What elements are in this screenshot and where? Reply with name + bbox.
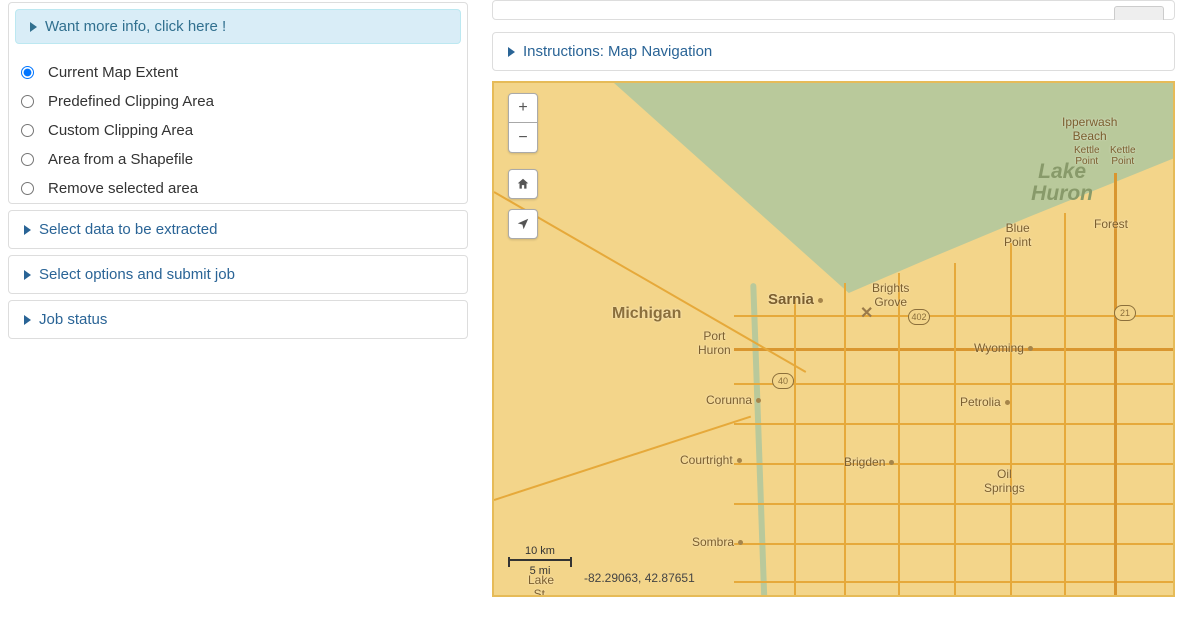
- caret-right-icon: [24, 225, 31, 235]
- place-oil-springs: Oil Springs: [984, 467, 1025, 495]
- map[interactable]: 40 402 21 Lake Huron Michigan Sarnia Por…: [492, 81, 1175, 597]
- st-clair-river: [750, 283, 768, 597]
- place-kettle-point-2: Kettle Point: [1110, 145, 1136, 167]
- clip-option-shapefile[interactable]: Area from a Shapefile: [17, 145, 459, 174]
- scale-mi-label: 5 mi: [508, 565, 572, 577]
- info-banner[interactable]: Want more info, click here !: [15, 9, 461, 44]
- clip-area-panel: Want more info, click here ! Current Map…: [8, 2, 468, 204]
- select-data-panel: Select data to be extracted: [8, 210, 468, 249]
- clip-option-current-extent[interactable]: Current Map Extent: [17, 58, 459, 87]
- place-michigan: Michigan: [612, 305, 681, 323]
- panel-title: Job status: [39, 311, 107, 328]
- clip-option-label: Predefined Clipping Area: [48, 93, 214, 110]
- select-options-header[interactable]: Select options and submit job: [9, 256, 467, 293]
- clip-option-label: Area from a Shapefile: [48, 151, 193, 168]
- place-blue-point: Blue Point: [1004, 221, 1031, 249]
- clip-option-label: Current Map Extent: [48, 64, 178, 81]
- instructions-header[interactable]: Instructions: Map Navigation: [493, 33, 1174, 70]
- cursor-coords: -82.29063, 42.87651: [584, 571, 695, 585]
- clip-radio[interactable]: [21, 95, 34, 108]
- scale-bar: 10 km 5 mi: [508, 545, 572, 577]
- map-x-marker: ✕: [860, 303, 873, 323]
- caret-right-icon: [30, 22, 37, 32]
- clip-option-label: Custom Clipping Area: [48, 122, 193, 139]
- place-ipperwash: Ipperwash Beach: [1062, 115, 1117, 143]
- caret-right-icon: [508, 47, 515, 57]
- search-button-stub[interactable]: [1114, 6, 1164, 20]
- scale-km-label: 10 km: [508, 545, 572, 557]
- top-search-bar: [492, 0, 1175, 20]
- clip-options-list: Current Map Extent Predefined Clipping A…: [9, 58, 467, 203]
- michigan-road: [494, 191, 807, 373]
- clip-option-predefined[interactable]: Predefined Clipping Area: [17, 87, 459, 116]
- clip-radio[interactable]: [21, 66, 34, 79]
- place-corunna: Corunna: [706, 393, 765, 407]
- clip-radio[interactable]: [21, 182, 34, 195]
- place-wyoming: Wyoming: [974, 341, 1037, 355]
- place-brigden: Brigden: [844, 455, 898, 469]
- info-banner-label: Want more info, click here !: [45, 18, 226, 35]
- place-sombra: Sombra: [692, 535, 747, 549]
- home-icon: [516, 177, 530, 191]
- place-forest: Forest: [1094, 217, 1128, 231]
- select-options-panel: Select options and submit job: [8, 255, 468, 294]
- zoom-in-button[interactable]: +: [508, 93, 538, 123]
- caret-right-icon: [24, 315, 31, 325]
- hwy-21-shield: 21: [1114, 305, 1136, 321]
- place-petrolia: Petrolia: [960, 395, 1014, 409]
- clip-option-label: Remove selected area: [48, 180, 198, 197]
- home-extent-button[interactable]: [508, 169, 538, 199]
- place-sarnia: Sarnia: [768, 291, 827, 308]
- hwy-40-shield: 40: [772, 373, 794, 389]
- clip-option-custom[interactable]: Custom Clipping Area: [17, 116, 459, 145]
- place-brights-grove: Brights Grove: [872, 281, 909, 309]
- place-kettle-point: Kettle Point: [1074, 145, 1100, 167]
- locate-button[interactable]: [508, 209, 538, 239]
- job-status-panel: Job status: [8, 300, 468, 339]
- panel-title: Select data to be extracted: [39, 221, 217, 238]
- clip-option-remove[interactable]: Remove selected area: [17, 174, 459, 203]
- panel-title: Select options and submit job: [39, 266, 235, 283]
- instructions-panel: Instructions: Map Navigation: [492, 32, 1175, 71]
- place-port-huron: Port Huron: [698, 329, 731, 357]
- hwy-402-shield: 402: [908, 309, 930, 325]
- place-courtright: Courtright: [680, 453, 746, 467]
- zoom-out-button[interactable]: −: [508, 123, 538, 153]
- lake-huron-label: Lake Huron: [1031, 161, 1093, 205]
- location-arrow-icon: [516, 217, 530, 231]
- job-status-header[interactable]: Job status: [9, 301, 467, 338]
- panel-title: Instructions: Map Navigation: [523, 43, 712, 60]
- clip-radio[interactable]: [21, 124, 34, 137]
- clip-radio[interactable]: [21, 153, 34, 166]
- select-data-header[interactable]: Select data to be extracted: [9, 211, 467, 248]
- caret-right-icon: [24, 270, 31, 280]
